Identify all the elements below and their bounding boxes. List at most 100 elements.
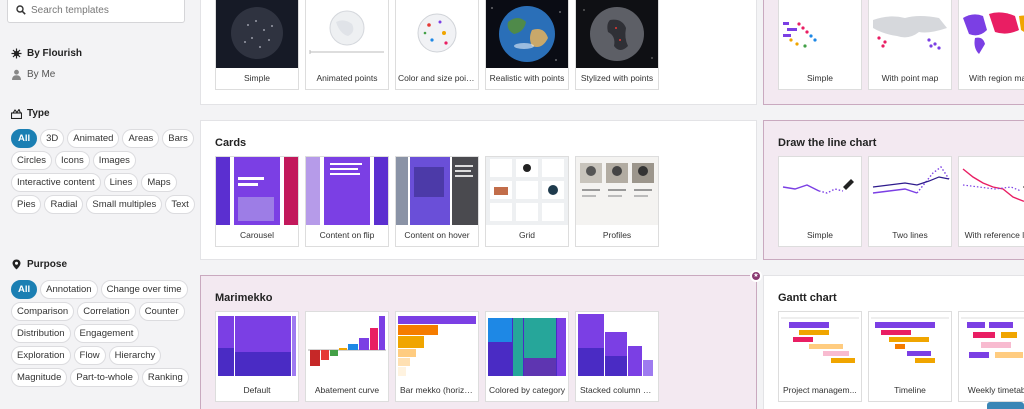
by-flourish-label: By Flourish — [27, 48, 83, 59]
type-chip-bars[interactable]: Bars — [162, 129, 194, 148]
type-chip-all[interactable]: All — [11, 129, 38, 148]
thumb-dotmap-simple — [779, 0, 861, 68]
purpose-chip-correlation[interactable]: Correlation — [77, 302, 136, 321]
purpose-chip-comparison[interactable]: Comparison — [11, 302, 75, 321]
template-card-drawline-two-lines[interactable]: Two lines — [868, 156, 952, 247]
template-card-globe-color-size[interactable]: Color and size points — [395, 0, 479, 90]
template-card-content-on-flip[interactable]: Content on flip — [305, 156, 389, 247]
card-label: Content on flip — [319, 230, 375, 240]
type-chip-radial[interactable]: Radial — [44, 195, 84, 214]
purpose-chip-ranking[interactable]: Ranking — [141, 368, 189, 387]
template-card-abatement-curve[interactable]: Abatement curve — [305, 311, 389, 402]
thumb-bar-mekko — [396, 312, 478, 380]
card-label: Simple — [807, 230, 833, 240]
purpose-chip-flow[interactable]: Flow — [73, 346, 106, 365]
template-card-globe-simple[interactable]: Simple — [215, 0, 299, 90]
type-chip-maps[interactable]: Maps — [141, 173, 177, 192]
type-chip-lines[interactable]: Lines — [103, 173, 139, 192]
type-icon — [11, 108, 22, 119]
thumb-grid — [486, 157, 568, 225]
template-card-dotmap-region-map[interactable]: With region map — [958, 0, 1024, 90]
template-card-carousel[interactable]: Carousel — [215, 156, 299, 247]
type-chip-animated[interactable]: Animated — [67, 129, 120, 148]
type-chip-text[interactable]: Text — [165, 195, 195, 214]
thumb-profiles — [576, 157, 658, 225]
thumb-dotmap-point — [869, 0, 951, 68]
gantt-cards: Project managem... Timeline Weekly timet… — [778, 311, 1024, 402]
template-card-dotmap-point-map[interactable]: With point map — [868, 0, 952, 90]
purpose-chip-annotation[interactable]: Annotation — [40, 280, 98, 299]
template-card-colored-by-category[interactable]: Colored by category — [485, 311, 569, 402]
purpose-chip-change-over-time[interactable]: Change over time — [100, 280, 188, 299]
search-input[interactable]: Search templates — [7, 0, 185, 23]
card-label: Stacked column m... — [580, 385, 658, 395]
template-card-content-on-hover[interactable]: Content on hover — [395, 156, 479, 247]
type-chip-icons[interactable]: Icons — [55, 151, 90, 170]
type-chip-small-multiples[interactable]: Small multiples — [86, 195, 163, 214]
type-chip-pies[interactable]: Pies — [11, 195, 42, 214]
template-card-globe-realistic[interactable]: Realistic with points — [485, 0, 569, 90]
template-card-stacked-column-mekko[interactable]: Stacked column m... — [575, 311, 659, 402]
section-title-draw-the-line: Draw the line chart — [778, 137, 877, 149]
card-label: With reference line — [964, 230, 1024, 240]
template-card-bar-mekko[interactable]: Bar mekko (horizo... — [395, 311, 479, 402]
feedback-tab[interactable] — [987, 402, 1024, 409]
purpose-chip-counter[interactable]: Counter — [138, 302, 185, 321]
template-card-marimekko-default[interactable]: Default — [215, 311, 299, 402]
purpose-chip-magnitude[interactable]: Magnitude — [11, 368, 68, 387]
card-label: Simple — [807, 73, 833, 83]
section-gantt: Gantt chart Project managem... Timeline … — [763, 275, 1024, 409]
card-label: Color and size points — [398, 73, 478, 83]
template-card-globe-stylized[interactable]: Stylized with points — [575, 0, 659, 90]
thumb-abatement — [306, 312, 388, 380]
template-card-timeline[interactable]: Timeline — [868, 311, 952, 402]
thumb-dotmap-region — [959, 0, 1024, 68]
filter-by-flourish[interactable]: By Flourish — [11, 48, 82, 59]
card-label: Colored by category — [488, 385, 566, 395]
section-globe: Simple Animated points Color and size po… — [200, 0, 757, 105]
thumb-globe-simple — [216, 0, 298, 68]
type-chip-images[interactable]: Images — [92, 151, 136, 170]
section-title-cards: Cards — [215, 137, 247, 149]
filter-by-me[interactable]: By Me — [11, 69, 55, 80]
card-label: Realistic with points — [489, 73, 565, 83]
type-chip-circles[interactable]: Circles — [11, 151, 53, 170]
cards-cards: Carousel Content on flip Content on hove… — [215, 156, 659, 247]
thumb-globe-color-size — [396, 0, 478, 68]
thumb-content-flip — [306, 157, 388, 225]
purpose-chip-distribution[interactable]: Distribution — [11, 324, 71, 343]
type-chip-interactive-content[interactable]: Interactive content — [11, 173, 101, 192]
section-dot-map: Simple With point map With region map — [763, 0, 1024, 105]
thumb-drawline-simple — [779, 157, 861, 225]
card-label: Profiles — [602, 230, 632, 240]
section-draw-the-line: Draw the line chart Simple Two lines Wit… — [763, 120, 1024, 260]
template-card-grid[interactable]: Grid — [485, 156, 569, 247]
sidebar: Search templates By Flourish By Me Type … — [0, 0, 200, 409]
template-card-dotmap-simple[interactable]: Simple — [778, 0, 862, 90]
purpose-chip-hierarchy[interactable]: Hierarchy — [108, 346, 162, 365]
template-card-weekly-timetable[interactable]: Weekly timetable — [958, 311, 1024, 402]
type-heading-label: Type — [27, 108, 50, 119]
template-card-drawline-reference[interactable]: With reference line — [958, 156, 1024, 247]
purpose-icon — [11, 259, 22, 270]
type-chip-list: All 3D Animated Areas Bars Circles Icons Images… — [11, 129, 196, 214]
card-label: Project managem... — [783, 385, 857, 395]
template-card-project-management[interactable]: Project managem... — [778, 311, 862, 402]
template-card-drawline-simple[interactable]: Simple — [778, 156, 862, 247]
type-chip-areas[interactable]: Areas — [122, 129, 160, 148]
template-card-profiles[interactable]: Profiles — [575, 156, 659, 247]
purpose-chip-engagement[interactable]: Engagement — [73, 324, 140, 343]
thumb-marimekko-default — [216, 312, 298, 380]
thumb-globe-realistic — [486, 0, 568, 68]
purpose-chip-part-to-whole[interactable]: Part-to-whole — [70, 368, 139, 387]
purpose-chip-exploration[interactable]: Exploration — [11, 346, 71, 365]
purpose-chip-all[interactable]: All — [11, 280, 38, 299]
card-label: With region map — [969, 73, 1024, 83]
star-icon: ★ — [750, 270, 762, 282]
card-label: Abatement curve — [314, 385, 380, 395]
thumb-weekly — [959, 312, 1024, 380]
thumb-colored-category — [486, 312, 568, 380]
thumb-drawline-two — [869, 157, 951, 225]
type-chip-3d[interactable]: 3D — [40, 129, 65, 148]
template-card-globe-animated-points[interactable]: Animated points — [305, 0, 389, 90]
